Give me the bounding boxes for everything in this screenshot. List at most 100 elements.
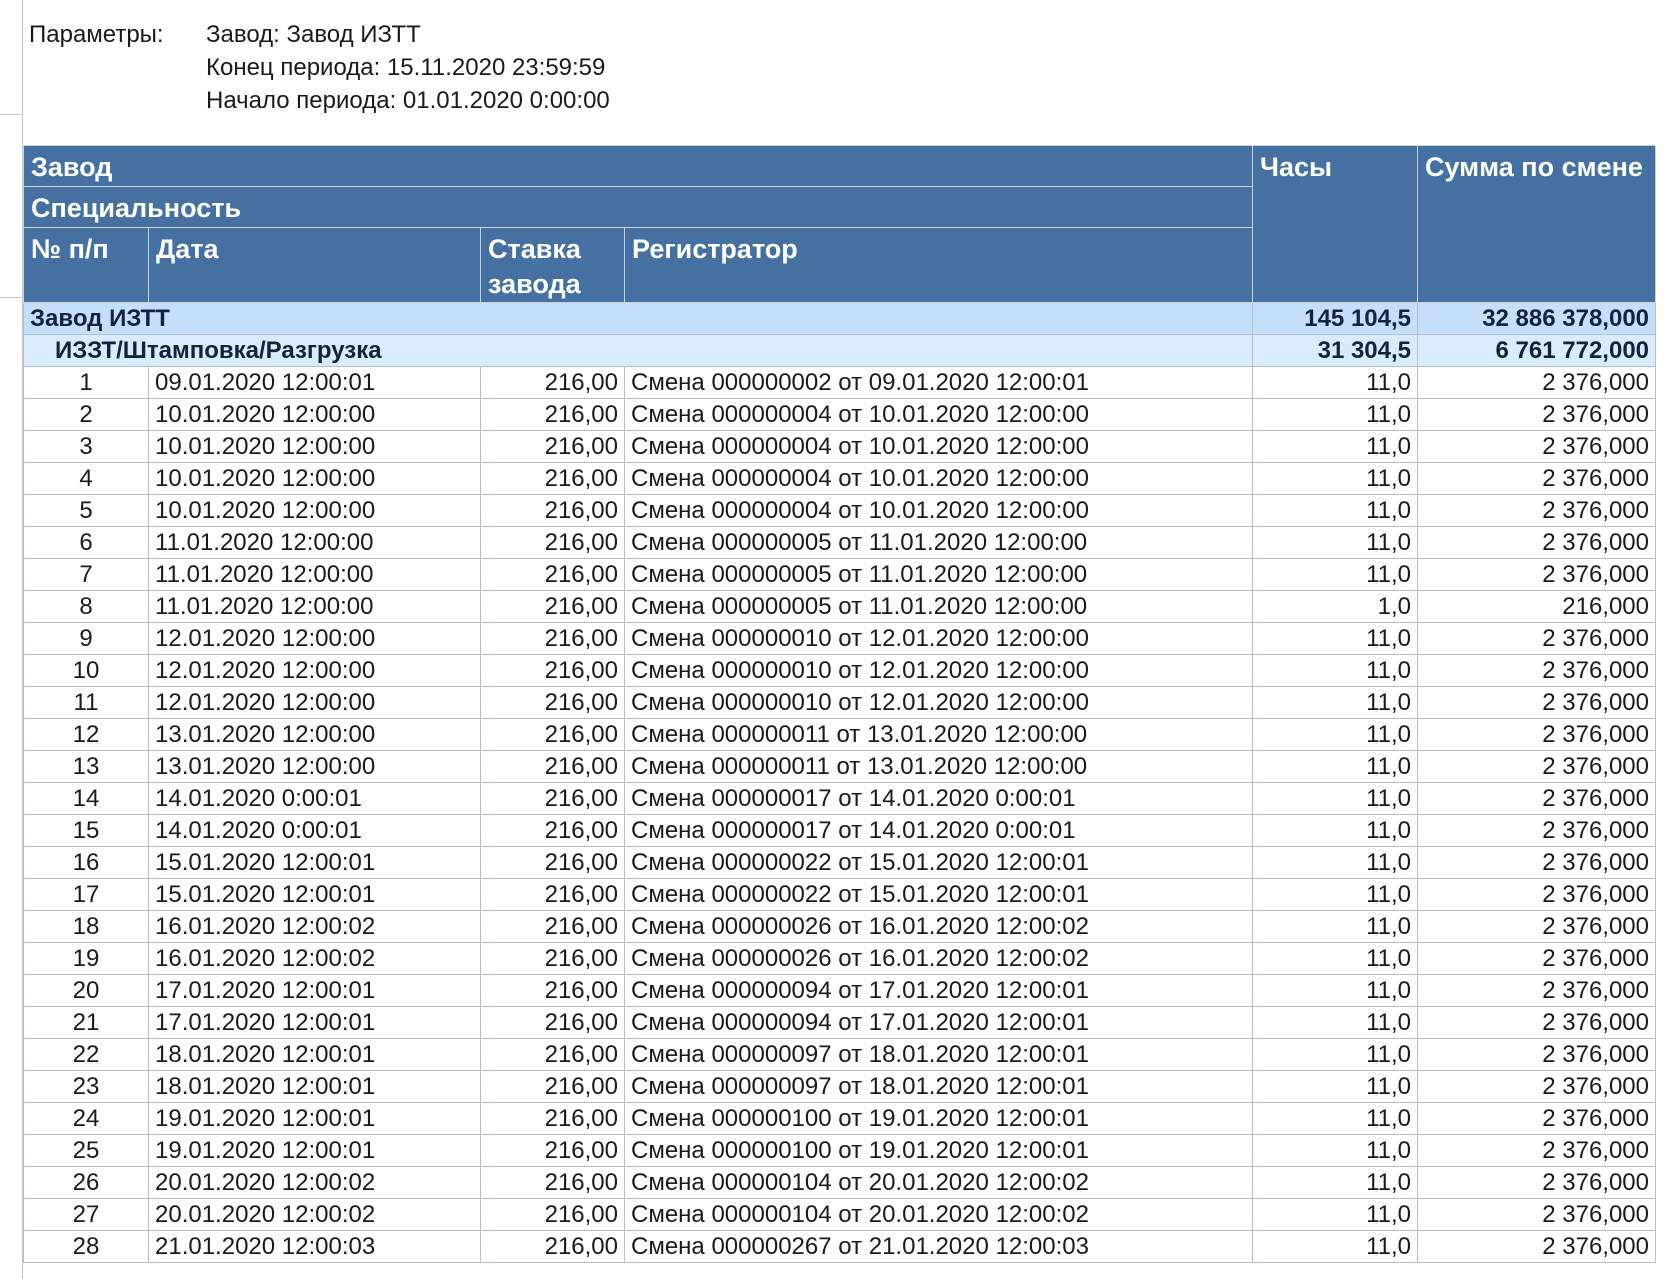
cell-date: 10.01.2020 12:00:00 [148,462,481,495]
cell-hours: 11,0 [1252,1006,1419,1039]
cell-rate: 216,00 [480,1230,625,1263]
table-row: 7 11.01.2020 12:00:00 216,00 Смена 00000000… [23,558,1657,591]
cell-sum: 2 376,000 [1417,974,1657,1007]
cell-hours: 11,0 [1252,366,1419,399]
cell-date: 11.01.2020 12:00:00 [148,526,481,559]
cell-sum: 2 376,000 [1417,782,1657,815]
cell-rate: 216,00 [480,1134,625,1167]
cell-registrar: Смена 000000100 от 19.01.2020 12:00:01 [623,1102,1254,1135]
cell-sum: 2 376,000 [1417,1038,1657,1071]
table-row: 21 17.01.2020 12:00:01 216,00 Смена 0000000… [23,1006,1657,1039]
table-row: 13 13.01.2020 12:00:00 216,00 Смена 0000000… [23,750,1657,783]
table-row: 11 12.01.2020 12:00:00 216,00 Смена 0000000… [23,686,1657,719]
group-sum: 32 886 378,000 [1417,302,1657,335]
cell-date: 10.01.2020 12:00:00 [148,398,481,431]
cell-hours: 11,0 [1252,462,1419,495]
cell-registrar: Смена 000000011 от 13.01.2020 12:00:00 [623,718,1254,751]
cell-registrar: Смена 000000104 от 20.01.2020 12:00:02 [623,1198,1254,1231]
cell-rate: 216,00 [480,782,625,815]
cell-sum: 2 376,000 [1417,1198,1657,1231]
cell-rate: 216,00 [480,878,625,911]
cell-date: 20.01.2020 12:00:02 [148,1166,481,1199]
cell-rate: 216,00 [480,910,625,943]
subgroup-hours: 31 304,5 [1252,334,1419,367]
cell-date: 16.01.2020 12:00:02 [148,910,481,943]
cell-number: 10 [23,654,149,687]
table-row: 10 12.01.2020 12:00:00 216,00 Смена 0000000… [23,654,1657,687]
cell-hours: 11,0 [1252,558,1419,591]
cell-sum: 2 376,000 [1417,558,1657,591]
cell-number: 22 [23,1038,149,1071]
cell-sum: 2 376,000 [1417,526,1657,559]
group-row-specialty: ИЗЗТ/Штамповка/Разгрузка 31 304,5 6 761 … [22,334,1657,367]
cell-date: 14.01.2020 0:00:01 [148,814,481,847]
cell-rate: 216,00 [480,622,625,655]
cell-sum: 2 376,000 [1417,718,1657,751]
cell-number: 27 [23,1198,149,1231]
cell-rate: 216,00 [480,974,625,1007]
cell-rate: 216,00 [480,1102,625,1135]
cell-number: 5 [23,494,149,527]
parameters-label: Параметры: [29,21,164,48]
table-row: 23 18.01.2020 12:00:01 216,00 Смена 0000000… [23,1070,1657,1103]
cell-sum: 2 376,000 [1417,654,1657,687]
cell-number: 6 [23,526,149,559]
cell-hours: 1,0 [1252,590,1419,623]
cell-date: 18.01.2020 12:00:01 [148,1038,481,1071]
table-row: 6 11.01.2020 12:00:00 216,00 Смена 00000000… [23,526,1657,559]
cell-hours: 11,0 [1252,750,1419,783]
cell-date: 11.01.2020 12:00:00 [148,558,481,591]
cell-hours: 11,0 [1252,622,1419,655]
cell-registrar: Смена 000000097 от 18.01.2020 12:00:01 [623,1070,1254,1103]
cell-rate: 216,00 [480,1166,625,1199]
cell-hours: 11,0 [1252,686,1419,719]
header-registrar: Регистратор [623,227,1254,303]
cell-number: 24 [23,1102,149,1135]
cell-registrar: Смена 000000100 от 19.01.2020 12:00:01 [623,1134,1254,1167]
table-row: 25 19.01.2020 12:00:01 216,00 Смена 0000001… [23,1134,1657,1167]
cell-hours: 11,0 [1252,1134,1419,1167]
cell-date: 15.01.2020 12:00:01 [148,878,481,911]
cell-sum: 2 376,000 [1417,1230,1657,1263]
header-hours: Часы [1252,145,1419,303]
sheet-gridline [0,297,22,298]
cell-hours: 11,0 [1252,494,1419,527]
cell-registrar: Смена 000000010 от 12.01.2020 12:00:00 [623,686,1254,719]
cell-date: 16.01.2020 12:00:02 [148,942,481,975]
cell-date: 20.01.2020 12:00:02 [148,1198,481,1231]
cell-sum: 2 376,000 [1417,750,1657,783]
cell-sum: 2 376,000 [1417,430,1657,463]
cell-date: 10.01.2020 12:00:00 [148,494,481,527]
cell-hours: 11,0 [1252,526,1419,559]
cell-date: 14.01.2020 0:00:01 [148,782,481,815]
cell-registrar: Смена 000000104 от 20.01.2020 12:00:02 [623,1166,1254,1199]
table-row: 8 11.01.2020 12:00:00 216,00 Смена 00000000… [23,590,1657,623]
cell-date: 15.01.2020 12:00:01 [148,846,481,879]
table-row: 4 10.01.2020 12:00:00 216,00 Смена 00000000… [23,462,1657,495]
cell-registrar: Смена 000000017 от 14.01.2020 0:00:01 [623,814,1254,847]
cell-registrar: Смена 000000004 от 10.01.2020 12:00:00 [623,430,1254,463]
cell-number: 13 [23,750,149,783]
cell-sum: 2 376,000 [1417,622,1657,655]
cell-registrar: Смена 000000267 от 21.01.2020 12:00:03 [623,1230,1254,1263]
table-row: 22 18.01.2020 12:00:01 216,00 Смена 0000000… [23,1038,1657,1071]
cell-rate: 216,00 [480,942,625,975]
cell-number: 16 [23,846,149,879]
cell-hours: 11,0 [1252,782,1419,815]
cell-rate: 216,00 [480,654,625,687]
cell-sum: 2 376,000 [1417,878,1657,911]
cell-hours: 11,0 [1252,718,1419,751]
subgroup-name: ИЗЗТ/Штамповка/Разгрузка [22,334,1254,367]
cell-date: 10.01.2020 12:00:00 [148,430,481,463]
table-row: 15 14.01.2020 0:00:01 216,00 Смена 00000001… [23,814,1657,847]
cell-rate: 216,00 [480,494,625,527]
group-row-factory: Завод ИЗТТ 145 104,5 32 886 378,000 [22,302,1657,335]
cell-registrar: Смена 000000002 от 09.01.2020 12:00:01 [623,366,1254,399]
cell-sum: 2 376,000 [1417,1134,1657,1167]
header-number: № п/п [23,227,149,303]
cell-sum: 216,000 [1417,590,1657,623]
sheet-gridline [0,114,22,115]
cell-registrar: Смена 000000005 от 11.01.2020 12:00:00 [623,558,1254,591]
parameter-period-end: Конец периода: 15.11.2020 23:59:59 [206,54,606,81]
cell-sum: 2 376,000 [1417,910,1657,943]
